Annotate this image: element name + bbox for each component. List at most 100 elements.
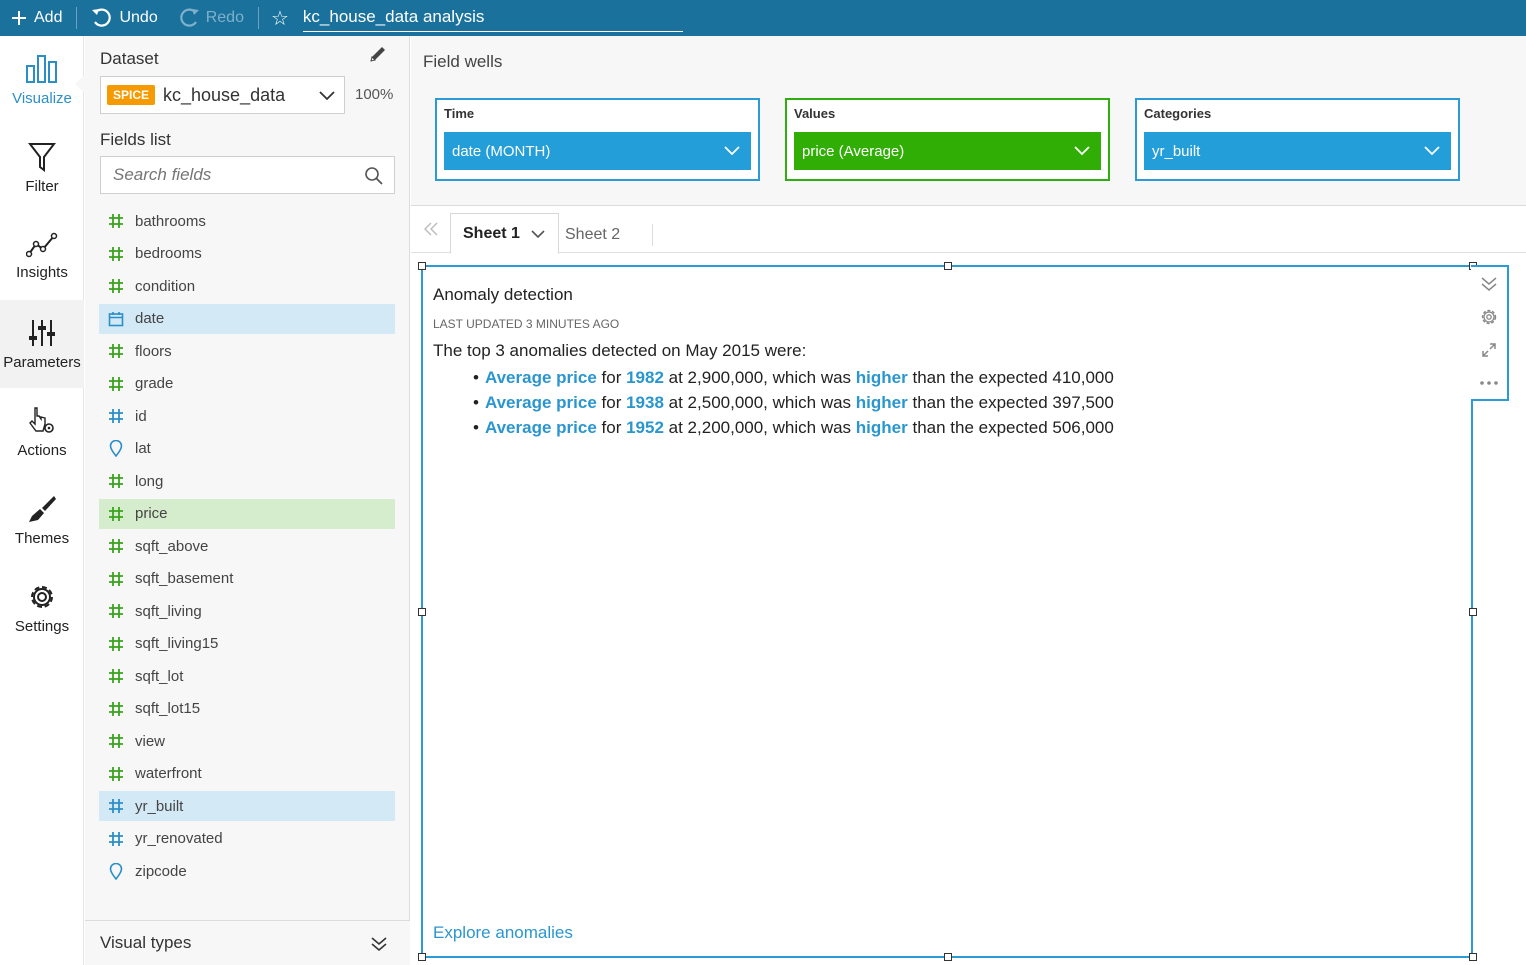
redo-icon	[179, 8, 199, 27]
field-item-id[interactable]: id	[99, 401, 395, 431]
number-hash-icon	[109, 571, 123, 586]
rail-settings[interactable]: Settings	[0, 564, 84, 652]
field-label: floors	[135, 342, 172, 360]
anomaly-metric[interactable]: Average price	[485, 368, 597, 387]
anomaly-direction[interactable]: higher	[856, 393, 908, 412]
visual-settings-button[interactable]	[1471, 300, 1507, 333]
visual-types-header[interactable]: Visual types	[85, 920, 410, 965]
resize-handle[interactable]	[1469, 953, 1477, 961]
number-hash-icon	[109, 734, 123, 748]
field-item-sqft-basement[interactable]: sqft_basement	[99, 564, 395, 594]
field-item-long[interactable]: long	[99, 466, 395, 496]
resize-handle[interactable]	[944, 262, 952, 270]
field-item-price[interactable]: price	[99, 498, 395, 529]
field-item-lat[interactable]: lat	[99, 434, 395, 464]
anomaly-metric[interactable]: Average price	[485, 393, 597, 412]
field-item-grade[interactable]: grade	[99, 369, 395, 399]
time-well: Time date (MONTH)	[435, 98, 760, 181]
anomaly-direction[interactable]: higher	[856, 418, 908, 437]
search-input[interactable]	[113, 165, 353, 185]
dataset-dropdown[interactable]: SPICE kc_house_data	[100, 76, 345, 114]
tab-sheet-1[interactable]: Sheet 1	[450, 213, 559, 254]
field-item-sqft-living15[interactable]: sqft_living15	[99, 629, 395, 659]
resize-handle[interactable]	[418, 953, 426, 961]
categories-field-pill[interactable]: yr_built	[1144, 132, 1451, 170]
expand-icon	[1482, 342, 1496, 357]
sheet-tabs: Sheet 1 Sheet 2	[411, 207, 1526, 254]
resize-handle[interactable]	[418, 608, 426, 616]
field-type-icon	[105, 213, 127, 229]
redo-button[interactable]: Redo	[168, 0, 254, 36]
field-item-view[interactable]: view	[99, 726, 395, 756]
field-type-icon	[105, 798, 127, 814]
double-chevron-left-icon[interactable]	[423, 221, 439, 237]
undo-icon	[92, 8, 112, 27]
chevron-down-icon[interactable]	[530, 228, 546, 240]
chevron-down-icon	[1424, 146, 1440, 156]
field-item-waterfront[interactable]: waterfront	[99, 759, 395, 789]
collapse-visual-button[interactable]	[1471, 267, 1507, 300]
anomaly-visual[interactable]: Anomaly detection LAST UPDATED 3 MINUTES…	[418, 262, 1477, 961]
anomaly-item: Average price for 1952 at 2,200,000, whi…	[473, 415, 1114, 440]
field-item-sqft-above[interactable]: sqft_above	[99, 531, 395, 561]
field-item-yr-built[interactable]: yr_built	[99, 791, 395, 821]
tab-sheet-2[interactable]: Sheet 2	[553, 224, 654, 246]
rail-label: Parameters	[3, 353, 81, 371]
star-icon[interactable]: ☆	[263, 6, 295, 31]
field-item-sqft-lot15[interactable]: sqft_lot15	[99, 694, 395, 724]
spice-badge: SPICE	[107, 85, 156, 105]
anomaly-year[interactable]: 1938	[626, 393, 664, 412]
field-label: date	[135, 310, 165, 327]
rail-parameters[interactable]: Parameters	[0, 300, 84, 388]
more-options-button[interactable]	[1471, 366, 1507, 399]
visual-title[interactable]: Anomaly detection	[433, 285, 573, 305]
search-icon[interactable]	[364, 166, 384, 186]
rail-actions[interactable]: Actions	[0, 388, 84, 476]
values-field-pill[interactable]: price (Average)	[794, 132, 1101, 170]
plus-icon	[12, 11, 26, 25]
field-item-zipcode[interactable]: zipcode	[99, 856, 395, 886]
anomaly-text: than the expected 410,000	[912, 368, 1114, 387]
tab-label: Sheet 2	[565, 226, 621, 243]
rail-visualize[interactable]: Visualize	[0, 36, 85, 124]
dataset-name: kc_house_data	[163, 84, 286, 105]
ellipsis-icon	[1480, 380, 1498, 385]
gear-icon	[1481, 309, 1497, 324]
field-item-sqft-living[interactable]: sqft_living	[99, 596, 395, 626]
double-chevron-down-icon	[371, 937, 387, 952]
field-label: sqft_lot	[135, 667, 184, 685]
field-item-date[interactable]: date	[99, 303, 395, 334]
resize-handle[interactable]	[418, 262, 426, 270]
rail-insights[interactable]: Insights	[0, 212, 84, 300]
edit-dataset-pencil-icon[interactable]	[368, 44, 388, 69]
field-item-bathrooms[interactable]: bathrooms	[99, 206, 395, 236]
number-hash-icon	[109, 279, 123, 293]
spice-percent: 100%	[355, 86, 394, 103]
rail-filter[interactable]: Filter	[0, 124, 84, 212]
field-label: bedrooms	[135, 245, 202, 262]
field-item-sqft-lot[interactable]: sqft_lot	[99, 661, 395, 691]
resize-handle[interactable]	[1469, 608, 1477, 616]
time-field-pill[interactable]: date (MONTH)	[444, 132, 751, 170]
anomaly-text: at 2,200,000, which was	[668, 418, 852, 437]
field-type-icon	[105, 831, 127, 847]
number-hash-icon	[109, 701, 123, 716]
anomaly-year[interactable]: 1952	[626, 418, 664, 437]
resize-handle[interactable]	[944, 953, 952, 961]
field-type-icon	[105, 506, 127, 522]
explore-anomalies-link[interactable]: Explore anomalies	[433, 923, 573, 943]
number-hash-icon	[109, 506, 123, 521]
add-button[interactable]: Add	[0, 0, 72, 36]
field-item-floors[interactable]: floors	[99, 336, 395, 366]
field-item-condition[interactable]: condition	[99, 271, 395, 301]
anomaly-year[interactable]: 1982	[626, 368, 664, 387]
undo-button[interactable]: Undo	[81, 0, 167, 36]
anomaly-metric[interactable]: Average price	[485, 418, 597, 437]
analysis-title[interactable]: kc_house_data analysis	[302, 5, 683, 32]
rail-themes[interactable]: Themes	[0, 476, 84, 564]
anomaly-direction[interactable]: higher	[856, 368, 908, 387]
last-updated: LAST UPDATED 3 MINUTES AGO	[433, 317, 620, 331]
field-item-bedrooms[interactable]: bedrooms	[99, 239, 395, 269]
field-item-yr-renovated[interactable]: yr_renovated	[99, 824, 395, 854]
expand-visual-button[interactable]	[1471, 333, 1507, 366]
